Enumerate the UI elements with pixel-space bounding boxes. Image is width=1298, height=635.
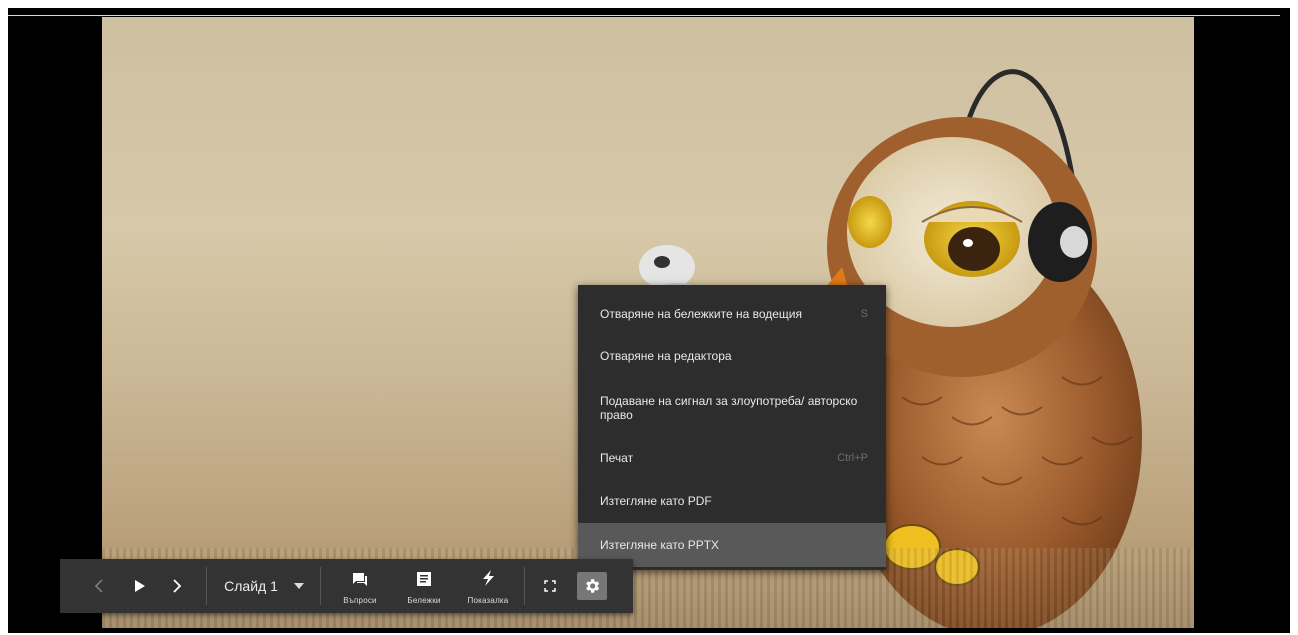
questions-icon bbox=[353, 573, 367, 586]
questions-label: Въпроси bbox=[343, 596, 377, 605]
next-slide-button[interactable] bbox=[166, 559, 188, 613]
menu-item-label: Подаване на сигнал за злоупотреба/ автор… bbox=[600, 394, 858, 422]
notes-label: Бележки bbox=[407, 596, 441, 605]
pointer-icon bbox=[483, 570, 494, 586]
menu-item-label: Печат bbox=[600, 451, 634, 465]
menu-item-open-editor[interactable]: Отваряне на редактора bbox=[578, 349, 886, 363]
gear-icon bbox=[586, 579, 600, 593]
previous-slide-button[interactable] bbox=[88, 559, 110, 613]
chevron-left-icon bbox=[94, 579, 103, 593]
menu-item-shortcut: S bbox=[860, 308, 868, 320]
notes-icon bbox=[417, 572, 431, 586]
play-icon bbox=[135, 580, 145, 592]
toolbar-divider bbox=[206, 567, 207, 605]
slide-selector[interactable]: Слайд 1 bbox=[214, 559, 314, 613]
menu-item-report-abuse[interactable]: Подаване на сигнал за злоупотреба/ автор… bbox=[578, 394, 858, 422]
menu-item-label: Изтегляне като PDF bbox=[600, 494, 712, 508]
fullscreen-button[interactable] bbox=[538, 559, 562, 613]
menu-item-label: Отваряне на бележките на водещия bbox=[600, 307, 802, 321]
menu-item-label: Изтегляне като PPTX bbox=[600, 538, 720, 552]
menu-item-print[interactable]: Печат Ctrl+P bbox=[578, 451, 886, 465]
play-button[interactable] bbox=[128, 559, 152, 613]
dropdown-arrow-icon bbox=[293, 583, 304, 589]
pointer-label: Показалка bbox=[467, 596, 509, 605]
chevron-right-icon bbox=[173, 579, 182, 593]
top-divider bbox=[8, 15, 1280, 16]
settings-button[interactable] bbox=[577, 572, 607, 600]
fullscreen-icon bbox=[544, 580, 556, 592]
toolbar-divider bbox=[524, 567, 525, 605]
questions-button[interactable]: Въпроси bbox=[330, 559, 390, 613]
toolbar-divider bbox=[320, 567, 321, 605]
pointer-button[interactable]: Показалка bbox=[458, 559, 518, 613]
notes-button[interactable]: Бележки bbox=[394, 559, 454, 613]
menu-item-open-speaker-notes[interactable]: Отваряне на бележките на водещия S bbox=[578, 307, 886, 321]
settings-menu: Отваряне на бележките на водещия S Отвар… bbox=[578, 285, 886, 570]
menu-item-download-pdf[interactable]: Изтегляне като PDF bbox=[578, 494, 886, 508]
presentation-toolbar: Слайд 1 Въпроси Бележки Показалка bbox=[60, 559, 633, 613]
menu-item-shortcut: Ctrl+P bbox=[837, 452, 868, 464]
slide-selector-label: Слайд 1 bbox=[224, 578, 278, 594]
menu-item-label: Отваряне на редактора bbox=[600, 349, 732, 363]
presentation-viewer: Отваряне на бележките на водещия S Отвар… bbox=[8, 8, 1290, 633]
